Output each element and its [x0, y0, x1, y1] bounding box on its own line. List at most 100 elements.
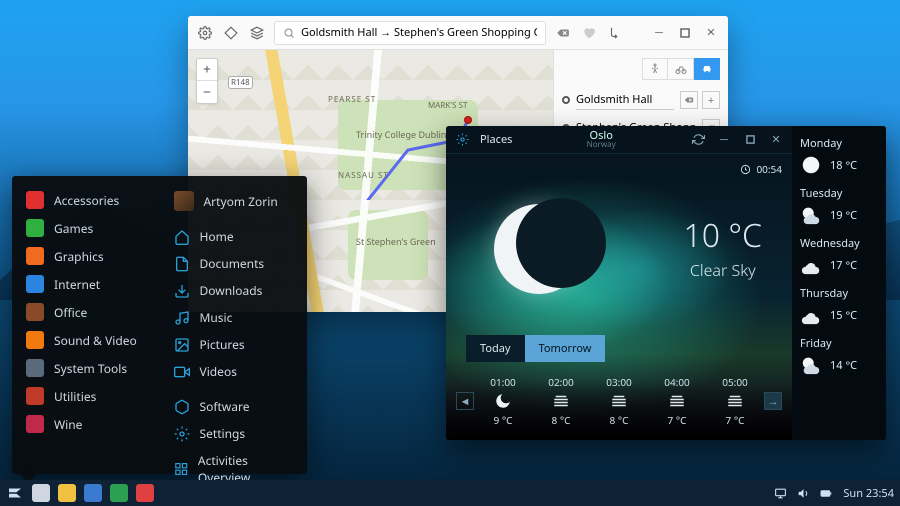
partly-icon	[800, 204, 822, 226]
maps-search-box[interactable]	[274, 21, 546, 45]
category-games[interactable]: Games	[22, 214, 150, 242]
maximize-button[interactable]	[676, 24, 694, 42]
music-icon	[174, 310, 190, 326]
weather-country: Norway	[522, 141, 680, 149]
hourly-temp: 8 °C	[610, 413, 629, 427]
hourly-time: 03:00	[606, 375, 632, 389]
category-label: Games	[54, 220, 93, 237]
forecast-day[interactable]: Tuesday19 °C	[800, 186, 878, 226]
category-wine[interactable]: Wine	[22, 410, 150, 438]
mode-bike[interactable]	[668, 58, 694, 80]
mode-car[interactable]	[694, 58, 720, 80]
taskbar-app-browser[interactable]	[32, 484, 50, 502]
map-street-pearse: PEARSE ST	[328, 94, 376, 105]
forecast-day[interactable]: Wednesday 17 °C	[800, 236, 878, 276]
minimize-button[interactable]: ─	[650, 24, 668, 42]
weather-location: Oslo Norway	[522, 130, 680, 149]
hourly-prev-button[interactable]: ◄	[456, 392, 474, 410]
hourly-temp: 7 °C	[668, 413, 687, 427]
tab-tomorrow[interactable]: Tomorrow	[525, 335, 606, 362]
place-label: Downloads	[200, 282, 263, 299]
forecast-temp: 17 °C	[830, 258, 857, 273]
category-system-tools[interactable]: System Tools	[22, 354, 150, 382]
tray-volume-icon[interactable]	[797, 487, 810, 500]
place-software[interactable]: Software	[170, 393, 298, 420]
tab-today[interactable]: Today	[466, 335, 525, 362]
weather-local-time: 00:54	[740, 162, 782, 176]
road-badge-r148: R148	[228, 76, 253, 89]
taskbar-app-files[interactable]	[84, 484, 102, 502]
forecast-day[interactable]: Thursday15 °C	[800, 286, 878, 326]
forecast-temp: 14 °C	[830, 358, 857, 373]
place-label: Home	[200, 228, 234, 245]
forecast-day[interactable]: Friday14 °C	[800, 336, 878, 376]
maximize-button[interactable]	[742, 132, 758, 148]
taskbar-clock[interactable]: Sun 23:54	[843, 486, 894, 501]
category-icon	[26, 219, 44, 237]
user-name: Artyom Zorin	[204, 193, 278, 210]
forecast-temp: 19 °C	[830, 208, 857, 223]
mode-walk[interactable]	[642, 58, 668, 80]
category-office[interactable]: Office	[22, 298, 150, 326]
map-poi-college: Trinity College Dublin	[356, 128, 446, 141]
category-icon	[26, 415, 44, 433]
taskbar-app-start[interactable]	[6, 484, 24, 502]
rotate-icon[interactable]	[222, 24, 240, 42]
tray-battery-icon[interactable]	[820, 487, 833, 500]
taskbar-app-mail[interactable]	[58, 484, 76, 502]
category-internet[interactable]: Internet	[22, 270, 150, 298]
clear-origin-icon[interactable]	[680, 91, 698, 109]
place-home[interactable]: Home	[170, 223, 298, 250]
hourly-next-button[interactable]: →	[764, 392, 782, 410]
taskbar: Sun 23:54	[0, 480, 900, 506]
places-button[interactable]: Places	[480, 132, 512, 147]
place-pictures[interactable]: Pictures	[170, 331, 298, 358]
origin-input[interactable]	[576, 90, 674, 110]
user-account[interactable]: Artyom Zorin	[170, 186, 298, 223]
category-accessories[interactable]: Accessories	[22, 186, 150, 214]
place-documents[interactable]: Documents	[170, 250, 298, 277]
forecast-day-name: Wednesday	[800, 236, 878, 251]
category-sound-video[interactable]: Sound & Video	[22, 326, 150, 354]
close-button[interactable]: ✕	[768, 132, 784, 148]
hourly-time: 05:00	[722, 375, 748, 389]
gear-icon[interactable]	[196, 24, 214, 42]
forecast-day[interactable]: Monday18 °C	[800, 136, 878, 176]
layers-icon[interactable]	[248, 24, 266, 42]
refresh-icon[interactable]	[690, 132, 706, 148]
gear-icon[interactable]	[454, 132, 470, 148]
category-icon	[26, 191, 44, 209]
favorite-icon[interactable]	[580, 24, 598, 42]
category-icon	[26, 275, 44, 293]
category-label: System Tools	[54, 360, 127, 377]
cloudy-icon	[800, 304, 822, 326]
place-music[interactable]: Music	[170, 304, 298, 331]
zoom-control: + −	[196, 58, 218, 104]
clear-search-icon[interactable]	[554, 24, 572, 42]
zoom-in-button[interactable]: +	[197, 59, 217, 81]
taskbar-app-store[interactable]	[110, 484, 128, 502]
hourly-cell: 04:007 °C	[664, 375, 690, 427]
minimize-button[interactable]: ─	[716, 132, 732, 148]
hourly-time: 02:00	[548, 375, 574, 389]
place-downloads[interactable]: Downloads	[170, 277, 298, 304]
maps-search-input[interactable]	[301, 25, 537, 40]
place-videos[interactable]: Videos	[170, 358, 298, 385]
place-label: Videos	[200, 363, 237, 380]
video-icon	[174, 364, 190, 380]
add-waypoint-button[interactable]: +	[702, 91, 720, 109]
zoom-out-button[interactable]: −	[197, 81, 217, 103]
tray-display-icon[interactable]	[774, 487, 787, 500]
hourly-cell: 03:00 8 °C	[606, 375, 632, 427]
close-button[interactable]: ✕	[702, 24, 720, 42]
travel-modes	[562, 58, 720, 80]
fog-icon	[726, 392, 744, 410]
category-utilities[interactable]: Utilities	[22, 382, 150, 410]
category-graphics[interactable]: Graphics	[22, 242, 150, 270]
waypoint-origin: +	[562, 90, 720, 110]
taskbar-app-maps[interactable]	[136, 484, 154, 502]
image-icon	[174, 337, 190, 353]
clear-icon	[800, 154, 822, 176]
place-settings[interactable]: Settings	[170, 420, 298, 447]
directions-icon[interactable]	[606, 24, 624, 42]
